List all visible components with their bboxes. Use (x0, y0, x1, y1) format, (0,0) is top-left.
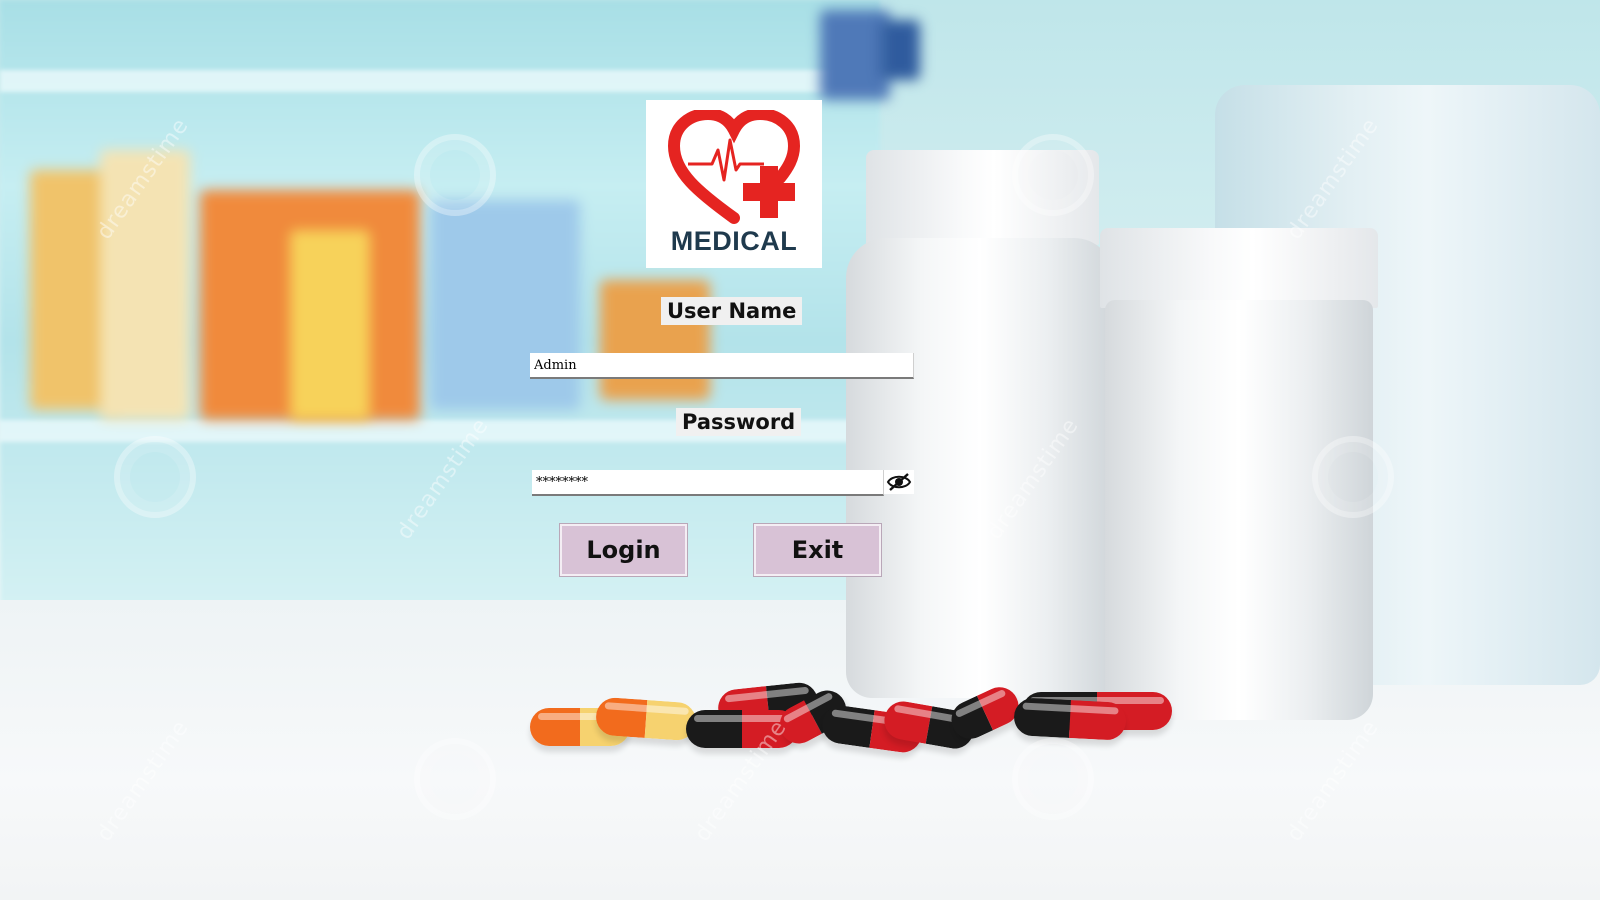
exit-button[interactable]: Exit (753, 523, 882, 577)
logo-text: MEDICAL (670, 226, 798, 256)
username-label: User Name (661, 297, 803, 325)
watermark-swirl-icon (114, 436, 196, 518)
login-screen: dreamstime dreamstime dreamstime dreamst… (0, 0, 1600, 900)
medical-logo: MEDICAL (646, 100, 822, 268)
watermark-swirl-icon (1312, 436, 1394, 518)
background-capsule (1013, 697, 1127, 741)
watermark-swirl-icon (1012, 134, 1094, 216)
password-visibility-toggle[interactable] (884, 470, 914, 494)
watermark-swirl-icon (414, 738, 496, 820)
watermark-swirl-icon (414, 134, 496, 216)
login-button[interactable]: Login (559, 523, 688, 577)
watermark-swirl-icon (1012, 738, 1094, 820)
background-bottle-cap (1100, 228, 1378, 308)
background-bottle (846, 238, 1114, 698)
background-capsule (594, 696, 698, 742)
username-input[interactable] (530, 353, 914, 379)
eye-slash-icon (886, 473, 912, 491)
heart-cross-icon (668, 110, 800, 224)
password-label: Password (676, 408, 802, 436)
password-input[interactable] (532, 470, 884, 496)
